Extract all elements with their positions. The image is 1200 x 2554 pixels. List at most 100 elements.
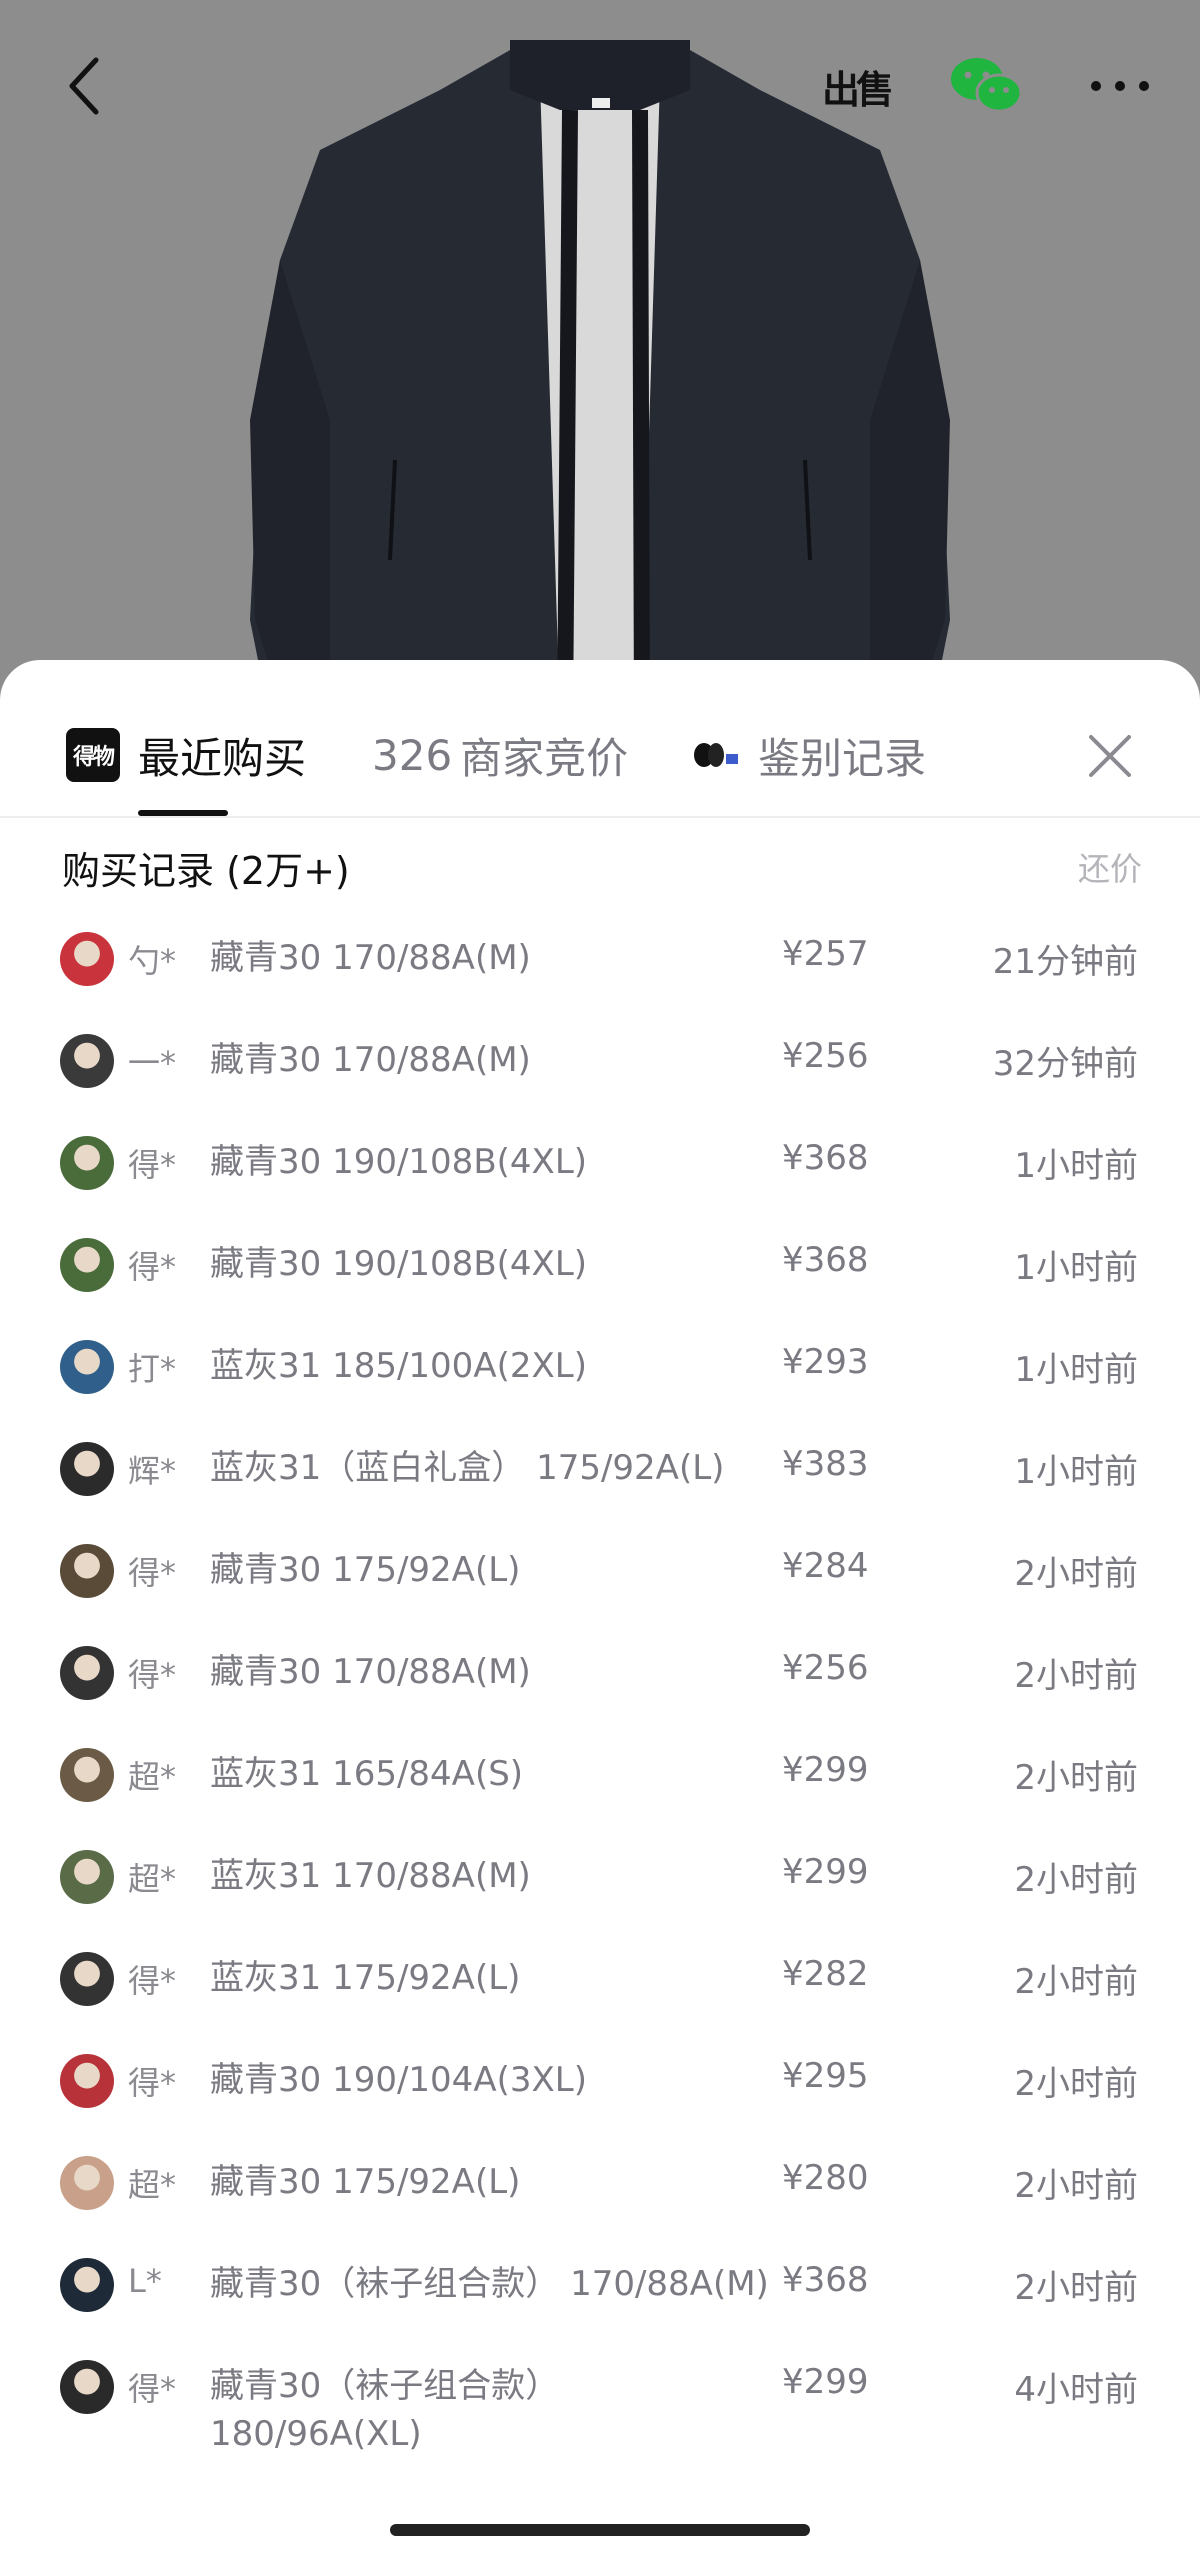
product-image[interactable]: 出售	[0, 0, 1200, 720]
user-avatar	[60, 1442, 114, 1496]
user-avatar	[60, 1646, 114, 1700]
product-spec: 蓝灰31 175/92A(L)	[210, 1958, 521, 1998]
user-avatar	[60, 1544, 114, 1598]
active-tab-indicator	[138, 810, 228, 816]
purchase-record-row: L* 藏青30（袜子组合款） 170/88A(M) ¥368 2小时前	[30, 2236, 1170, 2338]
back-button[interactable]	[52, 46, 116, 126]
purchase-time: 2小时前	[1014, 1554, 1138, 1594]
sell-button[interactable]: 出售	[816, 46, 896, 126]
product-spec: 藏青30 170/88A(M)	[210, 1652, 531, 1692]
purchase-record-list: 勺* 藏青30 170/88A(M) ¥257 21分钟前 一* 藏青30 170/88A…	[30, 910, 1170, 2484]
purchase-record-row: 超* 蓝灰31 170/88A(M) ¥299 2小时前	[30, 1828, 1170, 1930]
purchase-time: 32分钟前	[992, 1044, 1138, 1084]
user-name: 得*	[128, 1656, 177, 1694]
purchase-record-row: 辉* 蓝灰31（蓝白礼盒） 175/92A(L) ¥383 1小时前	[30, 1420, 1170, 1522]
back-icon	[69, 57, 99, 115]
purchase-record-row: 得* 藏青30 190/108B(4XL) ¥368 1小时前	[30, 1114, 1170, 1216]
purchase-price: ¥257	[782, 934, 869, 974]
purchase-price: ¥284	[782, 1546, 869, 1586]
purchase-price: ¥368	[782, 1138, 869, 1178]
purchase-record-row: 得* 藏青30 190/108B(4XL) ¥368 1小时前	[30, 1216, 1170, 1318]
user-name: 超*	[128, 1758, 177, 1796]
purchase-record-row: 得* 藏青30（袜子组合款） 180/96A(XL) ¥299 4小时前	[30, 2338, 1170, 2484]
product-spec: 藏青30 170/88A(M)	[210, 1040, 531, 1080]
purchase-time: 2小时前	[1014, 1860, 1138, 1900]
user-name: 辉*	[128, 1452, 177, 1490]
purchase-time: 1小时前	[1014, 1350, 1138, 1390]
purchase-time: 21分钟前	[992, 942, 1138, 982]
purchase-price: ¥299	[782, 2362, 869, 2402]
purchase-record-row: 得* 藏青30 190/104A(3XL) ¥295 2小时前	[30, 2032, 1170, 2134]
product-spec: 藏青30（袜子组合款） 180/96A(XL)	[210, 2366, 560, 2454]
purchase-records-sheet: 得物 最近购买 326 商家竞价 鉴别记录 购买记录 (2万+) 还价 勺* 藏…	[0, 660, 1200, 2554]
purchase-record-row: 超* 藏青30 175/92A(L) ¥280 2小时前	[30, 2134, 1170, 2236]
records-title: 购买记录 (2万+)	[62, 849, 350, 893]
user-avatar	[60, 1850, 114, 1904]
user-name: 超*	[128, 2166, 177, 2204]
wechat-icon	[951, 58, 1023, 113]
user-avatar	[60, 2360, 114, 2414]
purchase-price: ¥282	[782, 1954, 869, 1994]
purchase-record-row: 得* 藏青30 175/92A(L) ¥284 2小时前	[30, 1522, 1170, 1624]
home-indicator[interactable]	[390, 2524, 810, 2536]
user-name: 得*	[128, 1554, 177, 1592]
product-spec: 蓝灰31（蓝白礼盒） 175/92A(L)	[210, 1448, 725, 1488]
purchase-price: ¥368	[782, 2260, 869, 2300]
purchase-record-row: 打* 蓝灰31 185/100A(2XL) ¥293 1小时前	[30, 1318, 1170, 1420]
user-name: 得*	[128, 2064, 177, 2102]
tab-label: 鉴别记录	[758, 733, 927, 783]
purchase-price: ¥295	[782, 2056, 869, 2096]
more-button[interactable]	[1080, 46, 1160, 126]
user-name: 得*	[128, 1146, 177, 1184]
product-spec: 藏青30（袜子组合款） 170/88A(M)	[210, 2264, 769, 2304]
tab-authentication-records[interactable]: 鉴别记录	[692, 720, 926, 790]
user-name: L*	[128, 2262, 162, 2300]
product-spec: 蓝灰31 170/88A(M)	[210, 1856, 531, 1896]
user-avatar	[60, 1238, 114, 1292]
purchase-time: 2小时前	[1014, 2064, 1138, 2104]
user-avatar	[60, 1136, 114, 1190]
purchase-time: 2小时前	[1014, 1962, 1138, 2002]
tab-label: 最近购买	[138, 733, 307, 783]
purchase-time: 4小时前	[1014, 2370, 1138, 2410]
close-button[interactable]	[1082, 720, 1138, 792]
user-name: 打*	[128, 1350, 177, 1388]
product-spec: 藏青30 190/104A(3XL)	[210, 2060, 587, 2100]
product-spec: 藏青30 175/92A(L)	[210, 2162, 521, 2202]
user-name: 超*	[128, 1860, 177, 1898]
user-name: 勺*	[128, 942, 177, 980]
user-avatar	[60, 1034, 114, 1088]
tab-label: 商家竞价	[460, 733, 629, 783]
authentication-icon	[694, 743, 738, 767]
user-avatar	[60, 2156, 114, 2210]
product-spec: 藏青30 175/92A(L)	[210, 1550, 521, 1590]
bargain-button[interactable]: 还价	[1078, 844, 1142, 890]
tab-merchant-bids[interactable]: 326 商家竞价	[372, 720, 628, 790]
product-spec: 藏青30 170/88A(M)	[210, 938, 531, 978]
tab-count: 326	[372, 730, 453, 780]
product-spec: 蓝灰31 165/84A(S)	[210, 1754, 524, 1794]
user-avatar	[60, 932, 114, 986]
user-avatar	[60, 1748, 114, 1802]
purchase-time: 2小时前	[1014, 1758, 1138, 1798]
purchase-price: ¥293	[782, 1342, 869, 1382]
product-spec: 藏青30 190/108B(4XL)	[210, 1142, 588, 1182]
purchase-time: 2小时前	[1014, 1656, 1138, 1696]
wechat-share-button[interactable]	[946, 46, 1026, 126]
purchase-price: ¥368	[782, 1240, 869, 1280]
user-name: 得*	[128, 1962, 177, 2000]
tab-recent-purchases[interactable]: 得物 最近购买	[66, 720, 306, 790]
dewu-logo-icon: 得物	[66, 728, 120, 782]
close-icon	[1089, 735, 1131, 777]
purchase-price: ¥256	[782, 1036, 869, 1076]
user-name: 得*	[128, 2370, 177, 2408]
product-spec: 蓝灰31 185/100A(2XL)	[210, 1346, 587, 1386]
purchase-record-row: 得* 藏青30 170/88A(M) ¥256 2小时前	[30, 1624, 1170, 1726]
sell-icon: 出售	[821, 67, 894, 112]
user-avatar	[60, 2054, 114, 2108]
purchase-time: 1小时前	[1014, 1452, 1138, 1492]
purchase-record-row: 得* 蓝灰31 175/92A(L) ¥282 2小时前	[30, 1930, 1170, 2032]
purchase-price: ¥299	[782, 1852, 869, 1892]
purchase-price: ¥256	[782, 1648, 869, 1688]
user-avatar	[60, 1340, 114, 1394]
